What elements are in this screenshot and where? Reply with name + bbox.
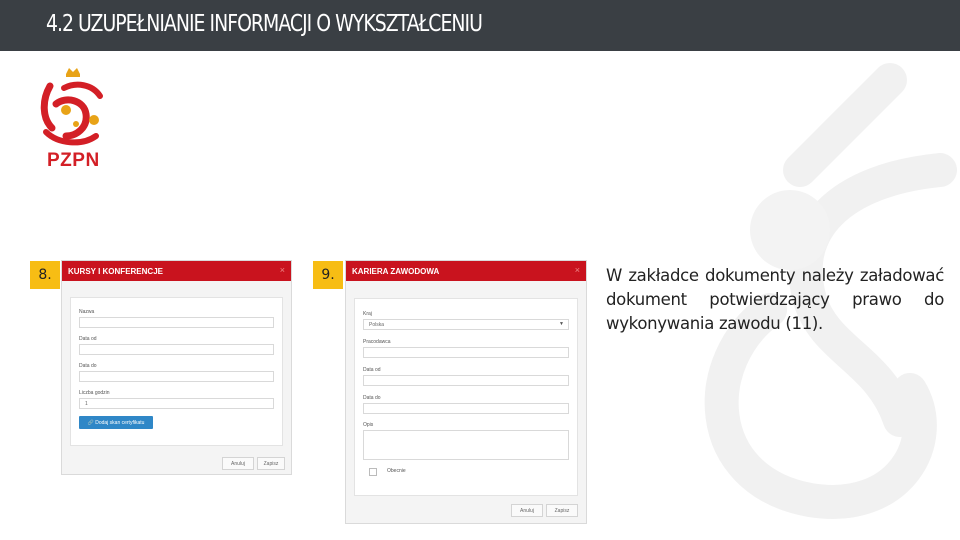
- country-value: Polska: [369, 322, 385, 328]
- modal-form: Kraj Polska ▼ Pracodawca Data od Data do…: [354, 298, 578, 496]
- logo-text: PZPN: [47, 150, 100, 171]
- date-from-label: Data od: [79, 336, 97, 342]
- step-badge-9: 9.: [313, 261, 343, 289]
- chevron-down-icon: ▼: [559, 321, 564, 327]
- step-badge-8: 8.: [30, 261, 60, 289]
- current-label: Obecnie: [387, 468, 406, 474]
- hours-label: Liczba godzin: [79, 390, 110, 396]
- country-label: Kraj: [363, 311, 372, 317]
- page-title: 4.2 UZUPEŁNIANIE INFORMACJI O WYKSZTAŁCE…: [46, 11, 483, 37]
- cancel-button[interactable]: Anuluj: [222, 457, 254, 470]
- modal-form: Nazwa Data od Data do Liczba godzin 1 🔗 …: [70, 297, 283, 446]
- date-to-input[interactable]: [79, 371, 274, 382]
- description-label: Opis: [363, 422, 374, 428]
- header-bar: 4.2 UZUPEŁNIANIE INFORMACJI O WYKSZTAŁCE…: [0, 0, 960, 51]
- employer-input[interactable]: [363, 347, 569, 358]
- employer-label: Pracodawca: [363, 339, 391, 345]
- name-input[interactable]: [79, 317, 274, 328]
- save-button[interactable]: Zapisz: [546, 504, 578, 517]
- hours-input[interactable]: 1: [79, 398, 274, 409]
- modal-title: KURSY I KONFERENCJE: [68, 267, 163, 276]
- modal-header: KURSY I KONFERENCJE ×: [62, 261, 291, 281]
- save-button[interactable]: Zapisz: [257, 457, 285, 470]
- add-certificate-button[interactable]: 🔗 Dodaj skan certyfikatu: [79, 416, 153, 429]
- country-select[interactable]: Polska ▼: [363, 319, 569, 330]
- cancel-button[interactable]: Anuluj: [511, 504, 543, 517]
- instruction-text: W zakładce dokumenty należy załadować do…: [606, 266, 944, 333]
- name-label: Nazwa: [79, 309, 95, 315]
- date-to-label: Data do: [363, 395, 381, 401]
- date-to-label: Data do: [79, 363, 97, 369]
- date-from-input[interactable]: [363, 375, 569, 386]
- modal-header: KARIERA ZAWODOWA ×: [346, 261, 586, 281]
- date-to-input[interactable]: [363, 403, 569, 414]
- close-icon[interactable]: ×: [280, 265, 285, 275]
- description-textarea[interactable]: [363, 430, 569, 460]
- modal-title: KARIERA ZAWODOWA: [352, 267, 440, 276]
- date-from-input[interactable]: [79, 344, 274, 355]
- courses-modal: KURSY I KONFERENCJE × Nazwa Data od Data…: [61, 260, 292, 475]
- date-from-label: Data od: [363, 367, 381, 373]
- close-icon[interactable]: ×: [575, 265, 580, 275]
- current-checkbox[interactable]: [369, 468, 377, 476]
- career-modal: KARIERA ZAWODOWA × Kraj Polska ▼ Pracoda…: [345, 260, 587, 524]
